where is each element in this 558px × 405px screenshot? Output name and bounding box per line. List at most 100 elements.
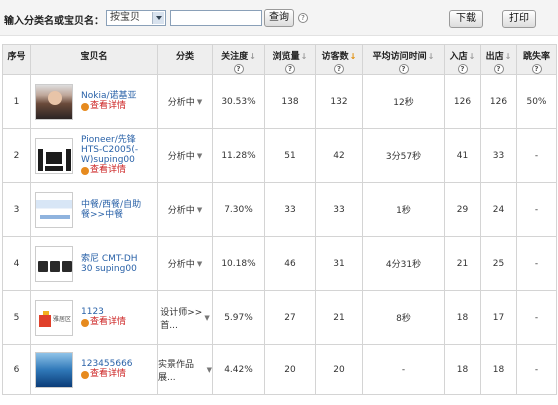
product-name-link[interactable]: 索尼 CMT-DH 30 suping00 xyxy=(81,254,138,274)
product-name-link[interactable]: 中餐/西餐/自助 餐>>中餐 xyxy=(81,200,141,220)
product-name-link[interactable]: 1123 xyxy=(81,307,126,317)
sort-arrow-active-icon[interactable]: ↓ xyxy=(350,52,357,61)
attention-value: 7.30% xyxy=(212,182,265,237)
chevron-down-icon[interactable]: ▼ xyxy=(197,152,202,160)
avg-time-value: 4分31秒 xyxy=(362,236,445,291)
search-type-select[interactable]: 按宝贝 xyxy=(106,10,166,26)
view-details-link[interactable]: 查看详情 xyxy=(81,317,126,328)
help-icon[interactable]: ? xyxy=(457,64,468,74)
row-index: 4 xyxy=(2,236,31,291)
sort-arrow-icon[interactable]: ↓ xyxy=(505,52,512,61)
table-row: 6 123455666 查看详情 实景作品展... ▼ 4.42% 20 20 -… xyxy=(2,344,557,395)
table-row: 3 中餐/西餐/自助 餐>>中餐 分析中 ▼ 7.30% 33 33 1秒 29 … xyxy=(2,182,557,237)
search-input[interactable] xyxy=(170,10,262,26)
view-details-link[interactable]: 查看详情 xyxy=(81,369,133,380)
product-thumbnail[interactable] xyxy=(35,245,73,282)
category-dropdown[interactable]: 分析中 ▼ xyxy=(168,149,202,163)
category-dropdown[interactable]: 分析中 ▼ xyxy=(168,257,202,271)
col-visitors[interactable]: 访客数↓? xyxy=(315,44,363,75)
view-details-link[interactable]: 查看详情 xyxy=(81,165,138,176)
chevron-down-icon[interactable] xyxy=(152,12,164,24)
exits-value: 126 xyxy=(480,74,517,129)
help-icon[interactable]: ? xyxy=(493,64,504,74)
attention-value: 4.42% xyxy=(212,344,265,395)
product-thumbnail[interactable] xyxy=(35,191,73,228)
toolbar: 输入分类名或宝贝名： 按宝贝 查询 ? 下载 打印 xyxy=(0,0,558,36)
category-dropdown[interactable]: 分析中 ▼ xyxy=(168,203,202,217)
col-avg-time[interactable]: 平均访问时间↓? xyxy=(362,44,445,75)
table-header-row: 序号 宝贝名 分类 关注度↓? 浏览量↓? 访客数↓? 平均访问时间↓? 入店↓… xyxy=(2,44,557,75)
views-value: 46 xyxy=(264,236,316,291)
visitors-value: 20 xyxy=(315,344,363,395)
col-entries[interactable]: 入店↓? xyxy=(444,44,481,75)
search-type-value: 按宝贝 xyxy=(110,12,140,23)
search-label: 输入分类名或宝贝名： xyxy=(4,16,104,27)
visitors-value: 31 xyxy=(315,236,363,291)
row-index: 5 xyxy=(2,290,31,345)
item-stats-table: 序号 宝贝名 分类 关注度↓? 浏览量↓? 访客数↓? 平均访问时间↓? 入店↓… xyxy=(2,44,557,395)
category-dropdown[interactable]: 实景作品展... ▼ xyxy=(158,357,212,383)
view-details-link[interactable]: 查看详情 xyxy=(81,101,137,112)
table-row: 2 Pioneer/先锋 HTS-C2005(- W)suping00 查看详情… xyxy=(2,128,557,183)
bounce-value: - xyxy=(516,182,557,237)
sort-arrow-icon[interactable]: ↓ xyxy=(301,52,308,61)
product-thumbnail[interactable]: 雅居区 xyxy=(35,299,73,336)
details-icon xyxy=(81,102,89,111)
attention-value: 30.53% xyxy=(212,74,265,129)
chevron-down-icon[interactable]: ▼ xyxy=(204,314,209,322)
sort-arrow-icon[interactable]: ↓ xyxy=(428,52,435,61)
attention-value: 10.18% xyxy=(212,236,265,291)
product-thumbnail[interactable] xyxy=(35,351,73,388)
category-dropdown[interactable]: 设计师>> 首... ▼ xyxy=(160,305,209,331)
chevron-down-icon[interactable]: ▼ xyxy=(197,206,202,214)
table-row: 5 雅居区 1123 查看详情 设计师>> 首... ▼ 5.97% 27 21 … xyxy=(2,290,557,345)
visitors-value: 132 xyxy=(315,74,363,129)
col-item: 宝贝名 xyxy=(30,44,158,75)
product-name-link[interactable]: 123455666 xyxy=(81,359,133,369)
sort-arrow-icon[interactable]: ↓ xyxy=(249,52,256,61)
attention-value: 5.97% xyxy=(212,290,265,345)
avg-time-value: 12秒 xyxy=(362,74,445,129)
chevron-down-icon[interactable]: ▼ xyxy=(197,98,202,106)
row-index: 2 xyxy=(2,128,31,183)
print-button[interactable]: 打印 xyxy=(502,10,536,28)
help-icon[interactable]: ? xyxy=(531,64,542,74)
avg-time-value: - xyxy=(362,344,445,395)
col-exits[interactable]: 出店↓? xyxy=(480,44,517,75)
attention-value: 11.28% xyxy=(212,128,265,183)
exits-value: 18 xyxy=(480,344,517,395)
avg-time-value: 3分57秒 xyxy=(362,128,445,183)
product-thumbnail[interactable] xyxy=(35,137,73,174)
chevron-down-icon[interactable]: ▼ xyxy=(197,260,202,268)
row-index: 1 xyxy=(2,74,31,129)
sort-arrow-icon[interactable]: ↓ xyxy=(469,52,476,61)
col-attention[interactable]: 关注度↓? xyxy=(212,44,265,75)
entries-value: 18 xyxy=(444,344,481,395)
chevron-down-icon[interactable]: ▼ xyxy=(207,366,212,374)
bounce-value: 50% xyxy=(516,74,557,129)
views-value: 138 xyxy=(264,74,316,129)
views-value: 33 xyxy=(264,182,316,237)
help-icon[interactable]: ? xyxy=(334,64,344,74)
product-thumbnail[interactable] xyxy=(35,83,73,120)
views-value: 20 xyxy=(264,344,316,395)
table-row: 4 索尼 CMT-DH 30 suping00 分析中 ▼ 10.18% 46 3… xyxy=(2,236,557,291)
product-name-link[interactable]: Pioneer/先锋 HTS-C2005(- W)suping00 xyxy=(81,135,138,165)
entries-value: 21 xyxy=(444,236,481,291)
entries-value: 29 xyxy=(444,182,481,237)
exits-value: 25 xyxy=(480,236,517,291)
query-button[interactable]: 查询 xyxy=(264,9,294,27)
help-icon[interactable]: ? xyxy=(285,64,295,74)
product-name-link[interactable]: Nokia/诺基亚 xyxy=(81,91,137,101)
category-dropdown[interactable]: 分析中 ▼ xyxy=(168,95,202,109)
col-views[interactable]: 浏览量↓? xyxy=(264,44,316,75)
col-bounce[interactable]: 跳失率? xyxy=(516,44,557,75)
download-button[interactable]: 下载 xyxy=(449,10,483,28)
avg-time-value: 1秒 xyxy=(362,182,445,237)
details-icon xyxy=(81,370,89,379)
help-icon[interactable]: ? xyxy=(398,64,409,74)
views-value: 51 xyxy=(264,128,316,183)
help-icon[interactable]: ? xyxy=(233,64,244,74)
details-icon xyxy=(81,318,89,327)
help-icon[interactable]: ? xyxy=(298,13,308,23)
